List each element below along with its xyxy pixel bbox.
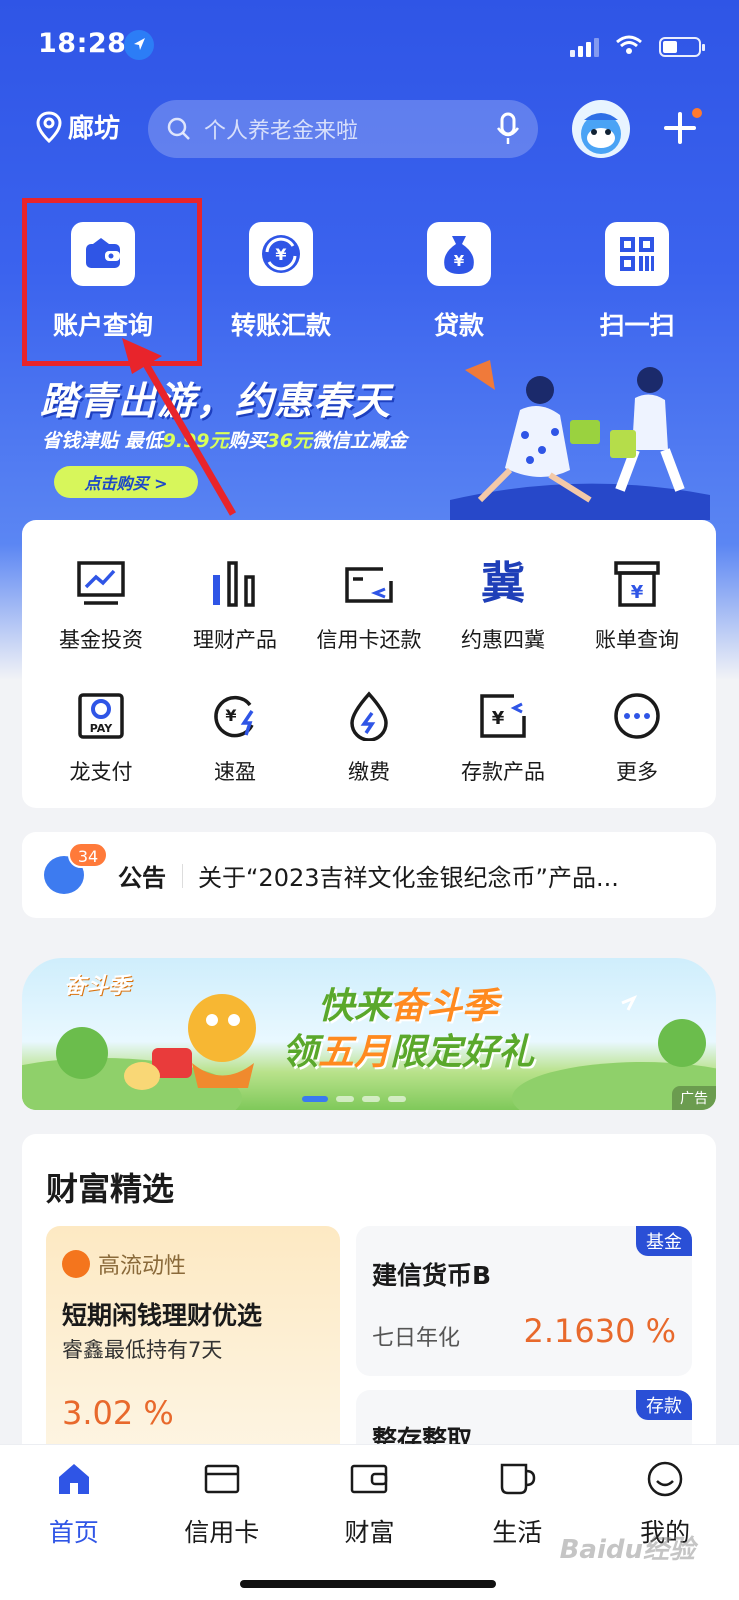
section-title: 财富精选 xyxy=(46,1170,175,1208)
ad-tag: 广告 xyxy=(672,1086,716,1110)
annotation-arrow-icon xyxy=(122,338,237,516)
service-grid: 基金投资 理财产品 信用卡还款 冀 约惠四冀 ¥ 账单查询 PAY 龙支付 ¥ … xyxy=(34,556,704,786)
transfer-icon: ¥ xyxy=(249,222,313,286)
search-placeholder: 个人养老金来啦 xyxy=(204,119,359,144)
service-yuehui-siji[interactable]: 冀 约惠四冀 xyxy=(436,556,570,654)
product-name: 建信货币B xyxy=(372,1261,492,1290)
bars-icon xyxy=(207,556,263,612)
product-rate: 3.02 % xyxy=(62,1394,174,1432)
signal-icon xyxy=(570,37,599,57)
credit-card-icon xyxy=(202,1459,242,1499)
svg-text:¥: ¥ xyxy=(225,706,236,725)
product-subtitle: 睿鑫最低持有7天 xyxy=(62,1338,223,1362)
chart-icon xyxy=(73,556,129,612)
svg-text:PAY: PAY xyxy=(90,722,114,735)
service-suying[interactable]: ¥ 速盈 xyxy=(168,688,302,786)
pay-icon: PAY xyxy=(73,688,129,744)
search-bar[interactable]: 个人养老金来啦 xyxy=(148,100,538,158)
city-name: 廊坊 xyxy=(68,114,121,144)
quick-yield-icon: ¥ xyxy=(207,688,263,744)
service-more[interactable]: 更多 xyxy=(570,688,704,786)
svg-text:¥: ¥ xyxy=(492,708,505,729)
banner-illustration xyxy=(450,360,710,520)
location-arrow-icon xyxy=(124,30,154,60)
notice-divider xyxy=(182,864,183,888)
carousel-dots xyxy=(302,1096,406,1102)
watermark: Baidu经验 xyxy=(559,1535,695,1565)
service-wealth-products[interactable]: 理财产品 xyxy=(168,556,302,654)
product-name: 短期闲钱理财优选 xyxy=(62,1301,263,1330)
top-header: 廊坊 个人养老金来啦 xyxy=(0,100,739,158)
home-indicator xyxy=(240,1580,496,1588)
scan-icon xyxy=(605,222,669,286)
service-deposit-products[interactable]: ¥ 存款产品 xyxy=(436,688,570,786)
money-bag-icon: ¥ xyxy=(427,222,491,286)
search-icon xyxy=(167,117,190,140)
category-badge: 存款 xyxy=(636,1390,692,1420)
plus-icon[interactable] xyxy=(662,108,702,146)
card-repay-icon xyxy=(341,556,397,612)
svg-text:¥: ¥ xyxy=(631,582,644,603)
tab-wealth[interactable]: 财富 xyxy=(296,1459,444,1549)
fund-product-card[interactable]: 基金 建信货币B 七日年化 2.1630 % xyxy=(356,1226,692,1376)
tab-credit-card[interactable]: 信用卡 xyxy=(148,1459,296,1549)
microphone-icon[interactable] xyxy=(496,112,520,146)
deposit-icon: ¥ xyxy=(475,688,531,744)
notice-label: 公告 xyxy=(118,864,166,892)
tab-home[interactable]: 首页 xyxy=(0,1459,148,1549)
battery-icon xyxy=(659,37,705,57)
product-tag: 高流动性 xyxy=(98,1254,187,1279)
city-selector[interactable]: 廊坊 xyxy=(36,108,120,145)
flame-icon xyxy=(62,1250,90,1278)
quick-transfer[interactable]: ¥ 转账汇款 xyxy=(192,222,370,342)
service-payment[interactable]: 缴费 xyxy=(302,688,436,786)
smile-icon xyxy=(645,1459,685,1499)
service-dragon-pay[interactable]: PAY 龙支付 xyxy=(34,688,168,786)
payment-drop-icon xyxy=(341,688,397,744)
bill-icon: ¥ xyxy=(609,556,665,612)
status-bar: 18:28 xyxy=(38,28,705,68)
notice-text: 关于“2023吉祥文化金银纪念币”产品... xyxy=(198,864,619,892)
quick-scan[interactable]: 扫一扫 xyxy=(548,222,726,342)
quick-loan[interactable]: ¥ 贷款 xyxy=(370,222,548,342)
cup-icon xyxy=(497,1459,537,1499)
promo-banner[interactable]: 踏青出游，约惠春天 省钱津贴 最低9.99元购买36元微信立减金 点击购买 > xyxy=(0,350,739,520)
svg-text:¥: ¥ xyxy=(275,245,286,264)
wifi-icon xyxy=(615,34,643,60)
service-grid-card: 基金投资 理财产品 信用卡还款 冀 约惠四冀 ¥ 账单查询 PAY 龙支付 ¥ … xyxy=(22,520,716,808)
notice-count-badge: 34 xyxy=(68,842,108,868)
notification-dot xyxy=(692,108,702,118)
service-bill-query[interactable]: ¥ 账单查询 xyxy=(570,556,704,654)
mascot-avatar[interactable] xyxy=(572,100,630,158)
service-fund-investment[interactable]: 基金投资 xyxy=(34,556,168,654)
product-rate: 2.1630 % xyxy=(523,1312,676,1350)
ad-title: 快来奋斗季 领五月限定好礼 xyxy=(282,986,535,1073)
location-pin-icon xyxy=(36,110,62,143)
status-time: 18:28 xyxy=(38,28,127,59)
ad-banner[interactable]: 奋斗季 快来奋斗季 领五月限定好礼 广告 xyxy=(22,958,716,1110)
more-icon xyxy=(609,688,665,744)
notice-bar[interactable]: 34 公告 关于“2023吉祥文化金银纪念币”产品... xyxy=(22,832,716,918)
svg-text:¥: ¥ xyxy=(454,252,465,270)
home-icon xyxy=(54,1459,94,1499)
service-card-repayment[interactable]: 信用卡还款 xyxy=(302,556,436,654)
rate-label: 七日年化 xyxy=(372,1326,461,1351)
bottom-tab-bar: 首页 信用卡 财富 生活 我的 Baidu经验 xyxy=(0,1444,739,1600)
ji-character-icon: 冀 xyxy=(481,558,525,609)
ad-logo: 奋斗季 xyxy=(64,974,131,999)
category-badge: 基金 xyxy=(636,1226,692,1256)
wealth-wallet-icon xyxy=(349,1459,389,1499)
